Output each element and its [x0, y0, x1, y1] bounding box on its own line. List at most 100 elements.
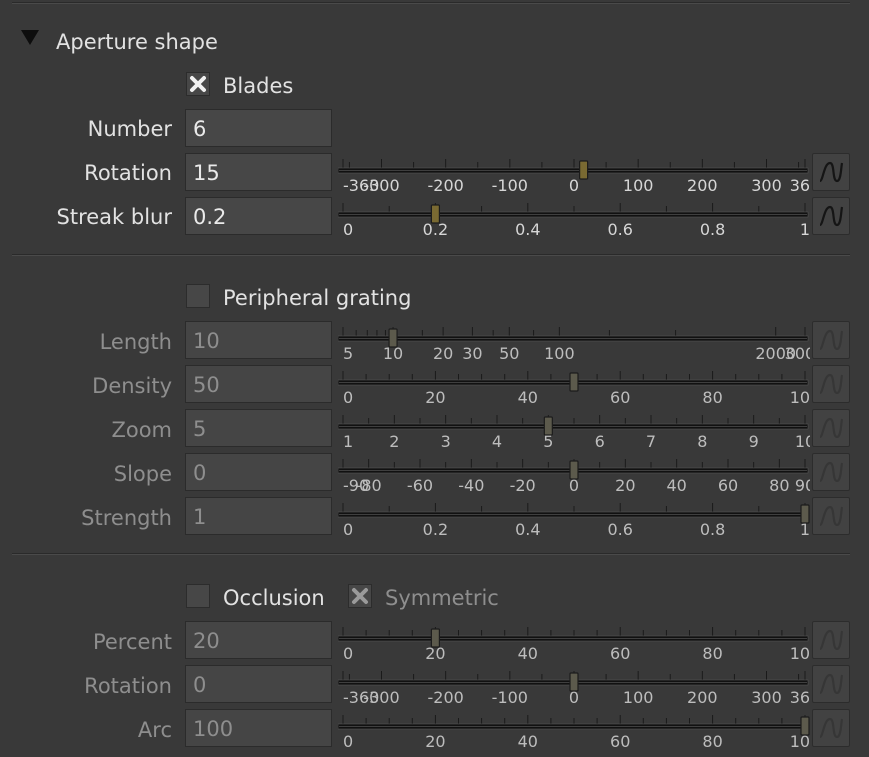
tick-label: -100	[492, 688, 528, 704]
slider-handle	[579, 160, 589, 180]
tick-label: 300	[751, 176, 782, 192]
tick-label: 20	[425, 388, 445, 404]
tick-label: 9	[749, 432, 759, 448]
tick-label: 40	[518, 388, 538, 404]
streak-blur-label: Streak blur	[56, 205, 172, 229]
tick-label: 80	[702, 732, 722, 748]
tick-label: 40	[518, 732, 538, 748]
length-slider[interactable]: 51020305010020003000	[338, 320, 810, 360]
rotation-animation-button[interactable]	[812, 153, 850, 191]
section-title[interactable]: Aperture shape	[56, 30, 218, 54]
tick-label: 20	[615, 476, 635, 492]
streak-blur-slider[interactable]: 0 0.2 0.4 0.6 0.8 1	[338, 196, 810, 236]
tick-label: -40	[458, 476, 484, 492]
tick-label: 0	[343, 520, 353, 536]
streak-blur-field[interactable]: 0.2	[185, 197, 332, 235]
rotation-label: Rotation	[84, 161, 172, 185]
tick-label: 60	[610, 644, 630, 660]
curve-icon	[819, 505, 844, 527]
slider-handle	[430, 204, 441, 224]
rotation-field[interactable]: 15	[185, 153, 332, 191]
strength-field[interactable]: 1	[185, 497, 332, 535]
tick-label: 7	[646, 432, 656, 448]
slope-label: Slope	[113, 462, 172, 486]
zoom-field[interactable]: 5	[185, 409, 332, 447]
tick-label: 200	[687, 688, 718, 704]
rotation-slider[interactable]: -360-300-200-1000100200300360	[338, 152, 810, 192]
density-label: Density	[92, 374, 172, 398]
tick-label: 100	[790, 388, 810, 404]
section-divider-1	[12, 254, 850, 256]
tick-label: 80	[702, 644, 722, 660]
density-field[interactable]: 50	[185, 365, 332, 403]
zoom-slider[interactable]: 12345678910	[338, 408, 810, 448]
tick-label: 50	[499, 344, 519, 360]
symmetric-checkbox[interactable]	[348, 584, 372, 608]
zoom-label: Zoom	[111, 418, 172, 442]
blades-checkbox[interactable]	[186, 72, 210, 96]
tick-label: 40	[666, 476, 686, 492]
percent-label: Percent	[92, 630, 172, 654]
tick-label: -300	[363, 176, 399, 192]
tick-label: 90	[795, 476, 810, 492]
tick-label: 200	[687, 176, 718, 192]
occlusion-rotation-slider[interactable]: -360-300-200-1000100200300360	[338, 664, 810, 704]
occlusion-rotation-label: Rotation	[84, 674, 172, 698]
tick-label: 60	[610, 732, 630, 748]
tick-label: 1	[800, 220, 810, 236]
number-label: Number	[87, 117, 172, 141]
occlusion-checkbox[interactable]	[186, 584, 210, 608]
occlusion-rotation-field[interactable]: 0	[185, 665, 332, 703]
slope-animation-button[interactable]	[812, 453, 850, 491]
slider-handle	[569, 672, 579, 692]
curve-icon	[819, 629, 844, 651]
tick-label: -20	[510, 476, 536, 492]
curve-icon	[819, 373, 844, 395]
slope-slider[interactable]: -90-80-60-40-2002040608090	[338, 452, 810, 492]
arc-slider[interactable]: 020406080100	[338, 708, 810, 748]
triangle-down-icon[interactable]	[21, 30, 39, 45]
density-animation-button[interactable]	[812, 365, 850, 403]
slope-field[interactable]: 0	[185, 453, 332, 491]
streak-blur-animation-button[interactable]	[812, 197, 850, 235]
tick-label: 3000	[785, 344, 810, 360]
occlusion-rotation-animation-button[interactable]	[812, 665, 850, 703]
zoom-animation-button[interactable]	[812, 409, 850, 447]
tick-label: 1	[343, 432, 353, 448]
tick-label: 0	[343, 644, 353, 660]
curve-icon	[819, 205, 844, 227]
percent-animation-button[interactable]	[812, 621, 850, 659]
strength-label: Strength	[81, 506, 172, 530]
slider-handle	[569, 372, 579, 392]
tick-label: 3	[441, 432, 451, 448]
length-animation-button[interactable]	[812, 321, 850, 359]
curve-icon	[819, 417, 844, 439]
arc-field[interactable]: 100	[185, 709, 332, 747]
curve-icon	[819, 717, 844, 739]
tick-label: 60	[610, 388, 630, 404]
tick-label: 0.6	[607, 220, 632, 236]
tick-label: 0	[343, 220, 353, 236]
tick-label: 60	[718, 476, 738, 492]
curve-icon	[819, 461, 844, 483]
section-divider-2	[12, 553, 850, 555]
arc-animation-button[interactable]	[812, 709, 850, 747]
number-field[interactable]: 6	[185, 109, 332, 147]
density-slider[interactable]: 0 20 40 60 80 100	[338, 364, 810, 404]
peripheral-grating-checkbox[interactable]	[186, 284, 210, 308]
occlusion-label: Occlusion	[223, 586, 325, 610]
tick-label: 6	[595, 432, 605, 448]
curve-icon	[819, 329, 844, 351]
percent-field[interactable]: 20	[185, 621, 332, 659]
tick-label: 5	[343, 344, 353, 360]
percent-slider[interactable]: 020406080100	[338, 620, 810, 660]
tick-label: 0.8	[700, 520, 725, 536]
strength-animation-button[interactable]	[812, 497, 850, 535]
length-field[interactable]: 10	[185, 321, 332, 359]
x-mark-icon	[352, 588, 368, 604]
strength-slider[interactable]: 0 0.2 0.4 0.6 0.8 1	[338, 496, 810, 536]
tick-label: -60	[407, 476, 433, 492]
tick-label: 2	[389, 432, 399, 448]
slider-handle	[388, 328, 398, 348]
tick-label: 80	[702, 388, 722, 404]
